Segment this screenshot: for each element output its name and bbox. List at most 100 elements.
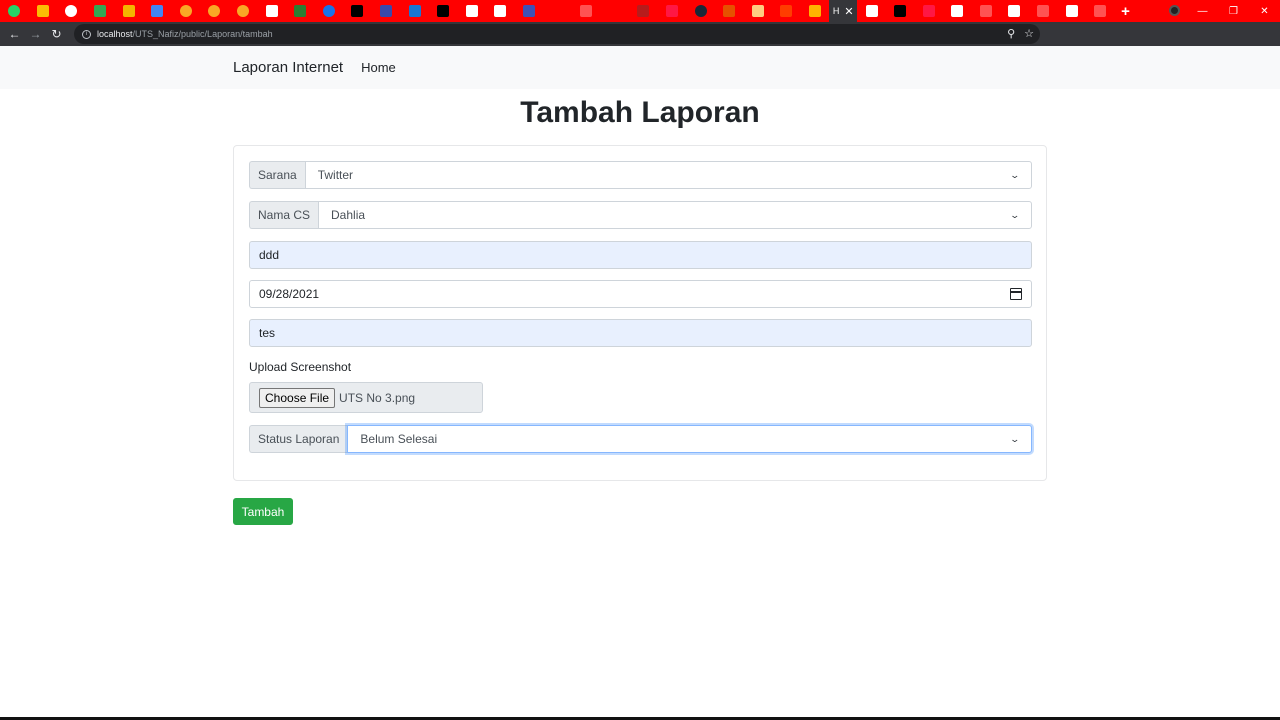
- browser-tab[interactable]: [801, 0, 830, 22]
- browser-tab[interactable]: [658, 0, 687, 22]
- text-input-1[interactable]: ddd: [249, 241, 1032, 269]
- site-icon: [979, 5, 992, 17]
- browser-tab[interactable]: [257, 0, 286, 22]
- browser-tab[interactable]: [914, 0, 943, 22]
- browser-tab[interactable]: [743, 0, 772, 22]
- browser-tab[interactable]: [114, 0, 143, 22]
- ns-icon: [894, 5, 907, 17]
- close-window-icon[interactable]: ✕: [1249, 6, 1280, 17]
- browser-tab[interactable]: [486, 0, 515, 22]
- browser-tab[interactable]: [772, 0, 801, 22]
- chevron-down-icon: ⌄: [1009, 209, 1021, 220]
- browser-tab[interactable]: [543, 0, 572, 22]
- active-tab-label: H: [832, 6, 840, 16]
- site-icon: [408, 5, 421, 17]
- calendar-icon[interactable]: [1010, 288, 1022, 300]
- browser-tab[interactable]: [886, 0, 915, 22]
- browser-tab[interactable]: [515, 0, 544, 22]
- status-select[interactable]: Belum Selesai ⌄: [347, 425, 1032, 453]
- browser-tab[interactable]: [686, 0, 715, 22]
- zoom-icon[interactable]: ⚲: [1007, 27, 1015, 40]
- file-name: UTS No 3.png: [339, 390, 416, 405]
- browser-tab[interactable]: [343, 0, 372, 22]
- drive-icon: [94, 5, 107, 17]
- browser-tab[interactable]: [1086, 0, 1115, 22]
- browser-tab[interactable]: [1057, 0, 1086, 22]
- sarana-label: Sarana: [249, 161, 305, 189]
- nav-home-link[interactable]: Home: [361, 60, 396, 75]
- text-input-2[interactable]: tes: [249, 319, 1032, 347]
- status-group: Status Laporan Belum Selesai ⌄: [249, 425, 1032, 453]
- nama-cs-value: Dahlia: [331, 208, 366, 222]
- plus-icon: [294, 5, 307, 17]
- browser-tab[interactable]: [0, 0, 29, 22]
- browser-tab[interactable]: [57, 0, 86, 22]
- active-tab[interactable]: H ✕: [829, 0, 858, 22]
- minimize-icon[interactable]: —: [1187, 6, 1218, 17]
- site-icon: [1037, 5, 1050, 17]
- browser-tab[interactable]: [857, 0, 886, 22]
- date-value: 09/28/2021: [259, 287, 320, 301]
- google-icon: [1065, 5, 1078, 17]
- browser-tab[interactable]: [29, 0, 58, 22]
- browser-tab[interactable]: [572, 0, 601, 22]
- tab-list-trailing: [857, 0, 1114, 22]
- user-icon: [494, 5, 507, 17]
- submit-button[interactable]: Tambah: [233, 498, 293, 525]
- doc-icon: [465, 5, 478, 17]
- browser-tab[interactable]: [229, 0, 258, 22]
- nama-cs-group: Nama CS Dahlia ⌄: [249, 201, 1032, 229]
- browser-tab[interactable]: [400, 0, 429, 22]
- url-path: /UTS_Nafiz/public/Laporan/tambah: [132, 29, 273, 39]
- reload-icon[interactable]: ↻: [46, 22, 67, 46]
- browser-tab[interactable]: [372, 0, 401, 22]
- docs-icon: [151, 5, 164, 17]
- site-icon: [723, 5, 736, 17]
- site-icon: [808, 5, 821, 17]
- address-bar[interactable]: i localhost/UTS_Nafiz/public/Laporan/tam…: [74, 24, 1040, 44]
- browser-tab[interactable]: [143, 0, 172, 22]
- close-tab-icon[interactable]: ✕: [844, 5, 853, 18]
- youtube-icon: [608, 5, 621, 17]
- file-input[interactable]: Choose File UTS No 3.png: [249, 382, 483, 413]
- navbar-brand[interactable]: Laporan Internet: [233, 59, 343, 76]
- site-icon: [922, 5, 935, 17]
- tab-list: [0, 0, 829, 22]
- nama-cs-select[interactable]: Dahlia ⌄: [318, 201, 1032, 229]
- status-label: Status Laporan: [249, 425, 348, 453]
- browser-tab[interactable]: [715, 0, 744, 22]
- browser-tab[interactable]: [458, 0, 487, 22]
- chrome-web-icon: [322, 5, 335, 17]
- notion-icon: [351, 5, 364, 17]
- browser-tab[interactable]: [172, 0, 201, 22]
- youtube-icon: [551, 5, 564, 17]
- browser-tab[interactable]: [1000, 0, 1029, 22]
- browser-tab[interactable]: [315, 0, 344, 22]
- browser-tab[interactable]: [629, 0, 658, 22]
- new-tab-button[interactable]: +: [1115, 0, 1137, 22]
- browser-tab[interactable]: [600, 0, 629, 22]
- bookmark-star-icon[interactable]: ☆: [1024, 27, 1034, 40]
- window-controls: — ❐ ✕: [1187, 0, 1280, 22]
- browser-tab[interactable]: [972, 0, 1001, 22]
- choose-file-button[interactable]: Choose File: [259, 387, 336, 408]
- url-host: localhost: [97, 29, 133, 39]
- browser-tab[interactable]: [429, 0, 458, 22]
- restore-icon[interactable]: ❐: [1218, 6, 1249, 17]
- whatsapp-icon: [8, 5, 21, 17]
- back-icon[interactable]: ←: [4, 22, 25, 46]
- browser-tab[interactable]: [943, 0, 972, 22]
- sarana-select[interactable]: Twitter ⌄: [304, 161, 1032, 189]
- browser-tab[interactable]: [1029, 0, 1058, 22]
- notion-icon: [437, 5, 450, 17]
- info-icon[interactable]: i: [82, 29, 91, 39]
- browser-tab[interactable]: [200, 0, 229, 22]
- github-icon: [65, 5, 78, 17]
- forward-icon[interactable]: →: [25, 22, 46, 46]
- date-input[interactable]: 09/28/2021: [249, 280, 1032, 308]
- site-icon: [580, 5, 593, 17]
- browser-tab[interactable]: [286, 0, 315, 22]
- google-icon: [865, 5, 878, 17]
- browser-tab[interactable]: [86, 0, 115, 22]
- tab-search-icon[interactable]: [1169, 5, 1180, 16]
